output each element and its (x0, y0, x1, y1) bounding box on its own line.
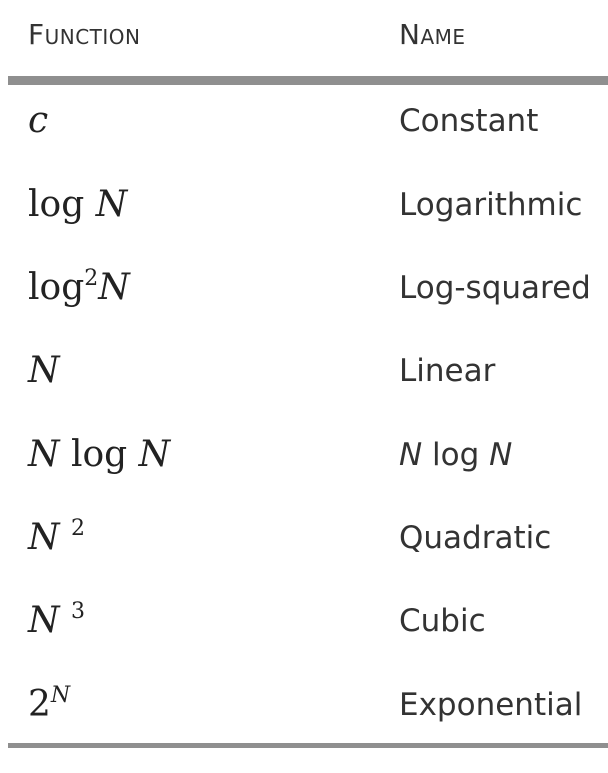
function-cell: N 2 (28, 516, 85, 558)
function-cell: 2N (28, 683, 71, 725)
name-cell: Exponential (399, 687, 583, 723)
header-rule (8, 76, 608, 85)
function-cell: N (28, 350, 60, 391)
function-cell: c (28, 100, 49, 141)
name-cell: Linear (399, 353, 496, 389)
table-row: 2N Exponential (0, 675, 608, 735)
table-row: log N Logarithmic (0, 175, 608, 235)
name-cell: Quadratic (399, 520, 552, 556)
bottom-rule (8, 743, 608, 748)
name-cell: N log N (399, 437, 513, 473)
table-row: N 2 Quadratic (0, 508, 608, 568)
table-row: N log N N log N (0, 425, 608, 485)
name-cell: Log-squared (399, 270, 591, 306)
function-cell: N log N (28, 434, 171, 475)
table-row: N Linear (0, 341, 608, 401)
table-header: Function Name (0, 0, 608, 76)
name-cell: Cubic (399, 603, 486, 639)
name-cell: Logarithmic (399, 187, 583, 223)
growth-rate-table: Function Name c Constant log N Logarithm… (0, 0, 608, 773)
function-cell: log2N (28, 266, 130, 308)
table-row: log2N Log-squared (0, 258, 608, 318)
header-function: Function (28, 18, 141, 51)
table-row: N 3 Cubic (0, 591, 608, 651)
header-name: Name (399, 18, 466, 51)
table-row: c Constant (0, 91, 608, 151)
name-cell: Constant (399, 103, 539, 139)
function-cell: N 3 (28, 599, 85, 641)
function-cell: log N (28, 184, 128, 225)
